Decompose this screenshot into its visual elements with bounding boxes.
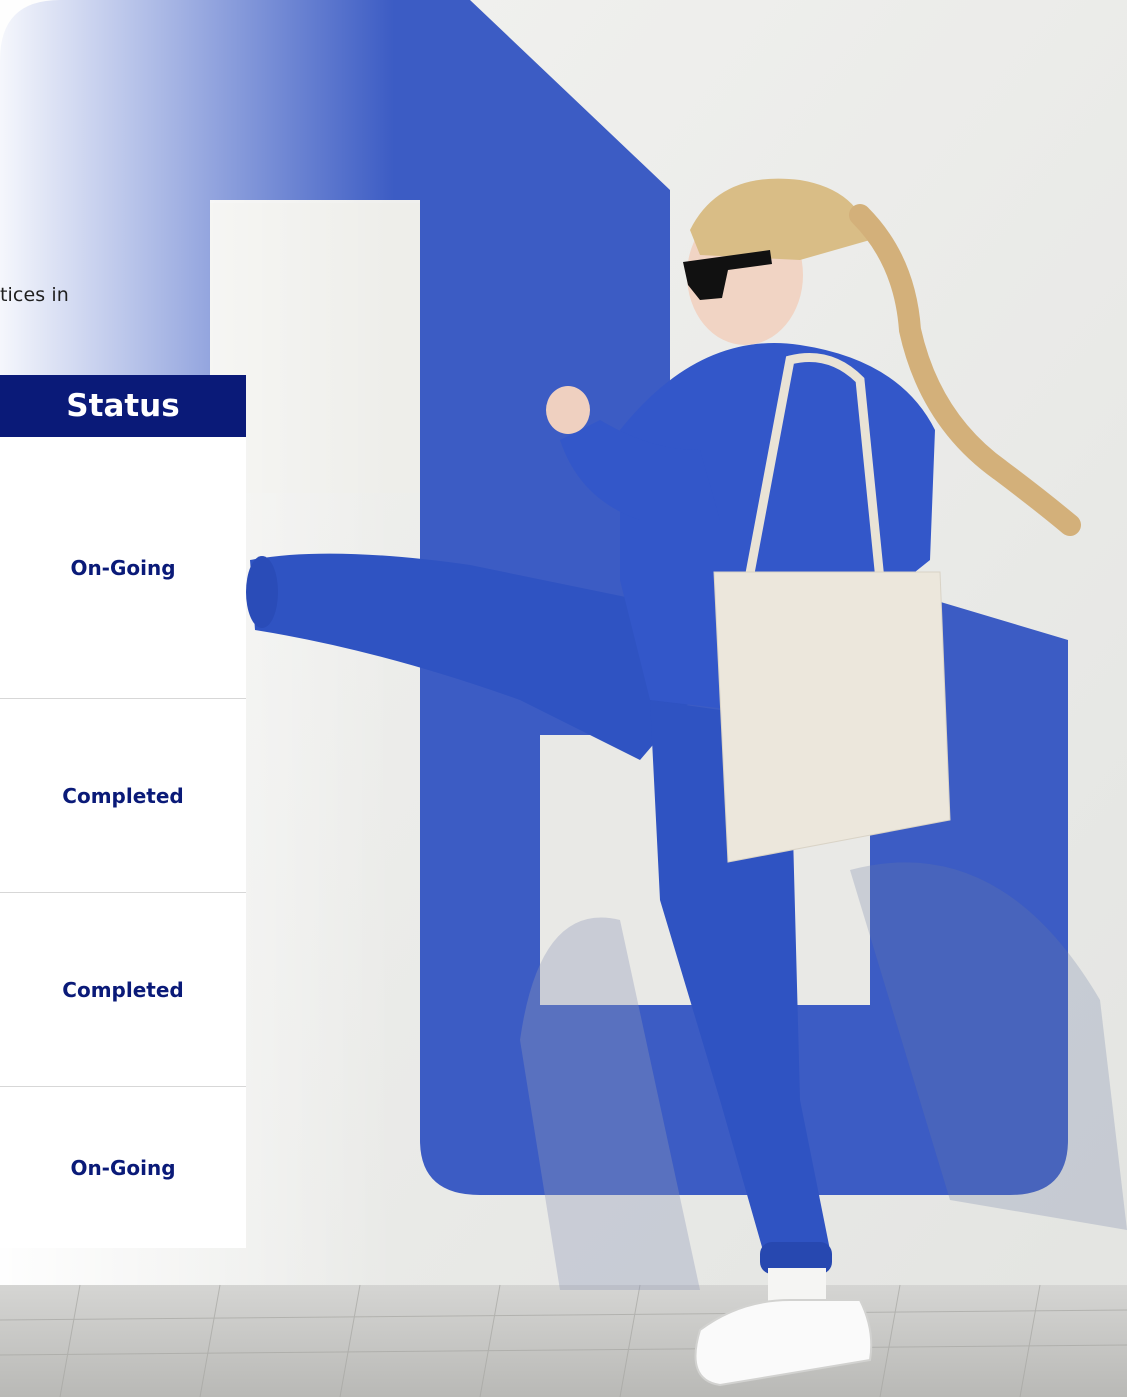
intro-text-fragment: tices in (0, 284, 69, 306)
status-table-body: On-Going Completed Completed On-Going (0, 437, 246, 1248)
status-cell: On-Going (0, 437, 246, 699)
status-cell: Completed (0, 893, 246, 1087)
status-table: Status On-Going Completed Completed On-G… (0, 375, 246, 1248)
status-column-header: Status (0, 375, 246, 437)
status-cell: Completed (0, 699, 246, 893)
status-cell: On-Going (70, 1155, 176, 1180)
